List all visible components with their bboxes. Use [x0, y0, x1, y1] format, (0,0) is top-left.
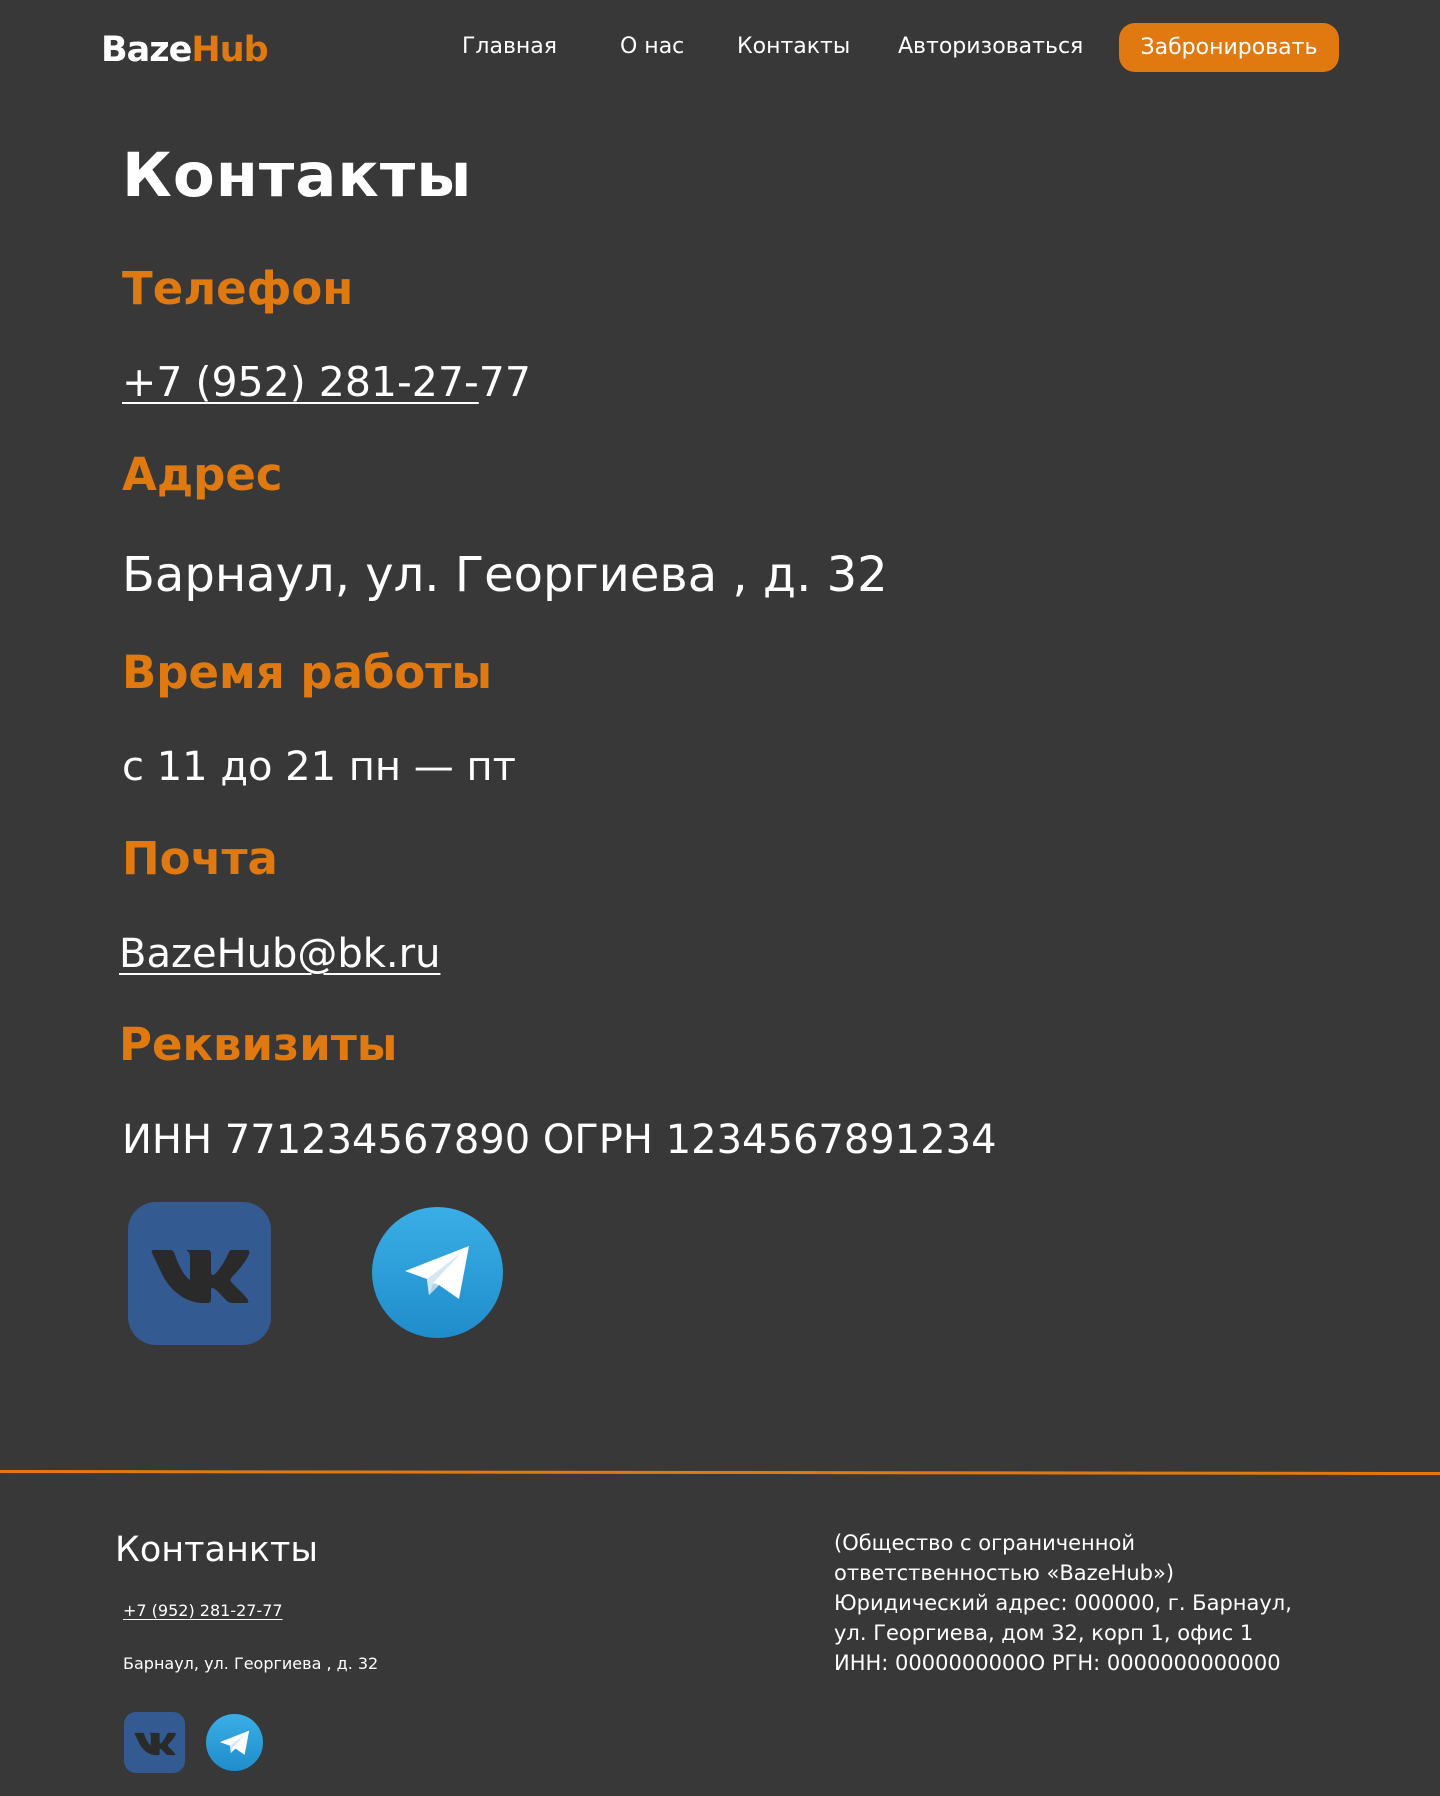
phone-link[interactable]: +7 (952) 281-27-77	[122, 358, 531, 406]
mail-link[interactable]: BazeHub@bk.ru	[119, 931, 440, 977]
vk-icon[interactable]	[128, 1202, 271, 1345]
nav-about[interactable]: О нас	[620, 34, 684, 59]
footer-legal-company: (Общество с ограниченной ответственность…	[834, 1531, 1175, 1585]
telegram-plane-glyph	[404, 1245, 469, 1299]
footer-vk-icon[interactable]	[124, 1712, 185, 1773]
footer-vk-logo-glyph	[134, 1732, 176, 1755]
nav-home[interactable]: Главная	[462, 34, 557, 59]
book-button[interactable]: Забронировать	[1119, 23, 1339, 72]
page-title: Контакты	[122, 140, 473, 211]
footer-telegram-icon[interactable]	[206, 1714, 263, 1771]
requisites-heading: Реквизиты	[119, 1018, 398, 1071]
nav-contacts[interactable]: Контакты	[737, 34, 850, 59]
phone-heading: Телефон	[122, 262, 354, 315]
hours-value: с 11 до 21 пн — пт	[122, 744, 516, 790]
hours-heading: Время работы	[122, 646, 493, 699]
site-logo[interactable]: BazeHub	[101, 30, 269, 70]
phone-number-rest: 77	[478, 358, 531, 406]
address-value: Барнаул, ул. Георгиева , д. 32	[122, 547, 888, 603]
footer-legal-info: (Общество с ограниченной ответственность…	[834, 1528, 1304, 1678]
nav-login[interactable]: Авторизоваться	[898, 34, 1083, 59]
footer-legal-details: Юридический адрес: 000000, г. Барнаул, у…	[834, 1591, 1292, 1675]
phone-number-underlined: +7 (952) 281-27-	[122, 358, 479, 406]
footer-contacts-title: Контанкты	[115, 1530, 319, 1570]
footer-address: Барнаул, ул. Георгиева , д. 32	[123, 1654, 379, 1673]
footer-telegram-plane-glyph	[219, 1730, 249, 1755]
address-heading: Адрес	[122, 448, 283, 501]
footer-divider	[0, 1469, 1440, 1476]
vk-logo-glyph	[151, 1249, 249, 1303]
logo-text-hub: Hub	[191, 30, 268, 70]
mail-heading: Почта	[122, 832, 278, 885]
telegram-icon[interactable]	[372, 1207, 503, 1338]
requisites-value: ИНН 771234567890 ОГРН 1234567891234	[122, 1117, 997, 1163]
footer-phone-link[interactable]: +7 (952) 281-27-77	[123, 1601, 283, 1620]
logo-text-baze: Baze	[101, 30, 192, 70]
